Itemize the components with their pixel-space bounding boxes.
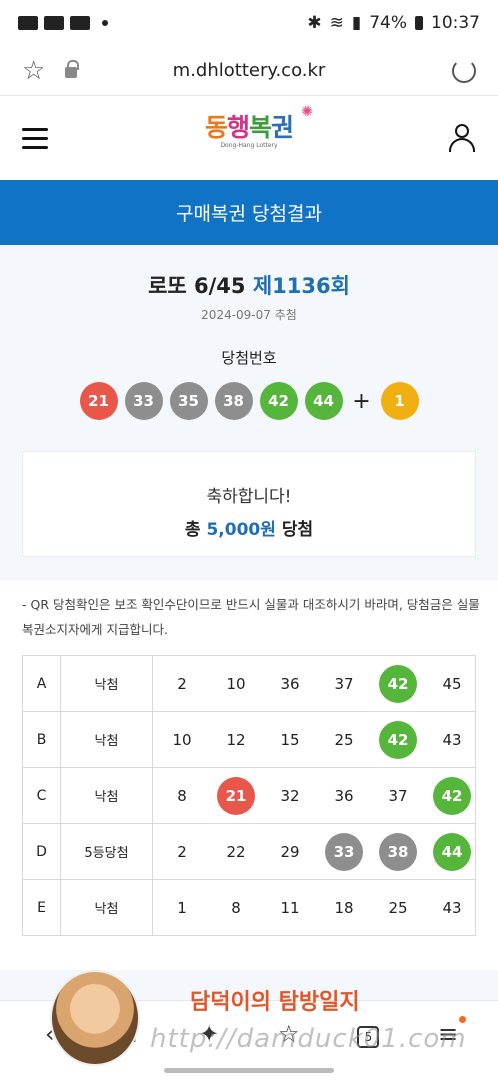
draw-title: 로또 6/45 제1136회 [0, 270, 498, 300]
more-notifications-dot [102, 20, 108, 26]
draw-round: 제1136회 [252, 274, 350, 298]
signal-icon: ▮ [351, 13, 362, 33]
winning-number-ball: 42 [259, 382, 298, 420]
ticket-number-matched: 42 [379, 720, 417, 759]
winning-number-ball: 21 [79, 382, 118, 420]
ticket-number-matched: 42 [433, 776, 471, 815]
ticket-number: 18 [334, 898, 354, 917]
ticket-number: 25 [388, 898, 408, 917]
ticket-number: 37 [388, 786, 408, 805]
ticket-number: 36 [280, 674, 300, 693]
ticket-number: 8 [177, 786, 187, 805]
ticket-number: 2 [177, 842, 187, 861]
battery-percent: 74% [369, 13, 407, 33]
notice-text: - QR 당첨확인은 보조 확인수단이므로 반드시 실물과 대조하시기 바라며,… [22, 597, 480, 637]
prize-amount: 5,000원 [206, 520, 276, 540]
winning-number-ball: 35 [169, 382, 208, 420]
ticket-result: 5등당첨 [60, 823, 153, 880]
status-bar: ✱ ≋ ▮ 74% 10:37 [0, 0, 498, 46]
draw-result-panel: 로또 6/45 제1136회 2024-09-07 추첨 당첨번호 21 33 35… [0, 245, 498, 581]
ticket-number: 10 [226, 674, 246, 693]
ticket-result: 낙첨 [60, 711, 153, 768]
ticket-label: D [22, 823, 61, 880]
watermark-title: 담덕이의 탐방일지 [190, 989, 360, 1015]
ticket-number: 12 [226, 730, 246, 749]
ticket-result: 낙첨 [60, 767, 153, 824]
ticket-row: C 낙첨 8 21 32 36 37 42 [22, 767, 476, 824]
ticket-number: 1 [177, 898, 187, 917]
ticket-number-matched: 21 [217, 776, 255, 815]
logo-sparkle-icon: ✺ [301, 104, 314, 120]
ticket-label: A [22, 655, 61, 712]
ticket-number-matched: 33 [325, 832, 363, 871]
winning-number-ball: 33 [124, 382, 163, 420]
winning-numbers-label: 당첨번호 [221, 349, 277, 367]
ticket-label: C [22, 767, 61, 824]
lock-icon[interactable] [65, 60, 80, 78]
ticket-number-matched: 42 [379, 664, 417, 703]
ticket-number: 43 [442, 898, 462, 917]
prize-summary: 축하합니다! 총 5,000원 당첨 [22, 451, 476, 557]
ticket-number: 25 [334, 730, 354, 749]
menu-badge-dot [459, 1015, 467, 1023]
ticket-numbers: 1 8 11 18 25 43 [152, 879, 476, 936]
user-icon[interactable] [448, 124, 476, 152]
ticket-number: 22 [226, 842, 246, 861]
ticket-table: A 낙첨 2 10 36 37 42 45 B 낙첨 10 12 15 25 42 43 C 낙첨 8 21 32 36 3… [22, 655, 476, 936]
ticket-number: 29 [280, 842, 300, 861]
ticket-number: 10 [172, 730, 192, 749]
winning-number-ball: 44 [304, 382, 343, 420]
ticket-number-matched: 38 [379, 832, 417, 871]
browser-address-bar: ☆ m.dhlottery.co.kr [0, 46, 498, 96]
winning-number-ball: 38 [214, 382, 253, 420]
ticket-row: E 낙첨 1 8 11 18 25 43 [22, 879, 476, 936]
ticket-result: 낙첨 [60, 655, 153, 712]
game-name: 로또 6/45 [148, 274, 246, 298]
ticket-number: 11 [280, 898, 300, 917]
watermark-avatar [50, 970, 140, 1066]
notification-icon [18, 16, 38, 30]
ticket-numbers: 8 21 32 36 37 42 [152, 767, 476, 824]
ticket-row: A 낙첨 2 10 36 37 42 45 [22, 655, 476, 712]
total-suffix: 당첨 [281, 520, 314, 540]
ticket-result: 낙첨 [60, 879, 153, 936]
ticket-number: 32 [280, 786, 300, 805]
bluetooth-icon: ✱ [307, 13, 322, 33]
ticket-numbers: 10 12 15 25 42 43 [152, 711, 476, 768]
page-title: 구매복권 당첨결과 [0, 180, 498, 245]
plus-sign: + [352, 388, 371, 414]
ticket-number: 8 [231, 898, 241, 917]
menu-icon[interactable] [22, 127, 48, 149]
watermark-url: http://damduck01.com [150, 1024, 467, 1054]
ticket-label: B [22, 711, 61, 768]
reload-icon[interactable] [452, 58, 476, 83]
ticket-number: 15 [280, 730, 300, 749]
site-header: 동행복권 Dong-Hang Lottery ✺ [0, 96, 498, 180]
ticket-number: 37 [334, 674, 354, 693]
ticket-row: B 낙첨 10 12 15 25 42 43 [22, 711, 476, 768]
webtoon-icon [44, 16, 64, 30]
bonus-number-ball: 1 [380, 382, 419, 420]
total-prize: 총 5,000원 당첨 [23, 515, 475, 540]
ticket-number: 43 [442, 730, 462, 749]
ticket-number: 45 [442, 674, 462, 693]
ticket-number: 2 [177, 674, 187, 693]
clock: 10:37 [431, 13, 480, 33]
ticket-numbers: 2 10 36 37 42 45 [152, 655, 476, 712]
battery-icon [415, 16, 423, 30]
congrats-text: 축하합니다! [206, 487, 292, 507]
bookmark-star-icon[interactable]: ☆ [22, 56, 45, 86]
ticket-number: 36 [334, 786, 354, 805]
draw-date: 2024-09-07 추첨 [201, 308, 297, 322]
site-logo[interactable]: 동행복권 Dong-Hang Lottery ✺ [205, 104, 313, 149]
winning-numbers: 21 33 35 38 42 44 +1 [0, 382, 498, 420]
ticket-number-matched: 44 [433, 832, 471, 871]
ticket-label: E [22, 879, 61, 936]
ticket-numbers: 2 22 29 33 38 44 [152, 823, 476, 880]
home-indicator[interactable] [164, 1068, 334, 1073]
total-prefix: 총 [184, 520, 201, 540]
youtube-icon [70, 16, 90, 30]
ticket-row: D 5등당첨 2 22 29 33 38 44 [22, 823, 476, 880]
wifi-icon: ≋ [329, 13, 344, 33]
